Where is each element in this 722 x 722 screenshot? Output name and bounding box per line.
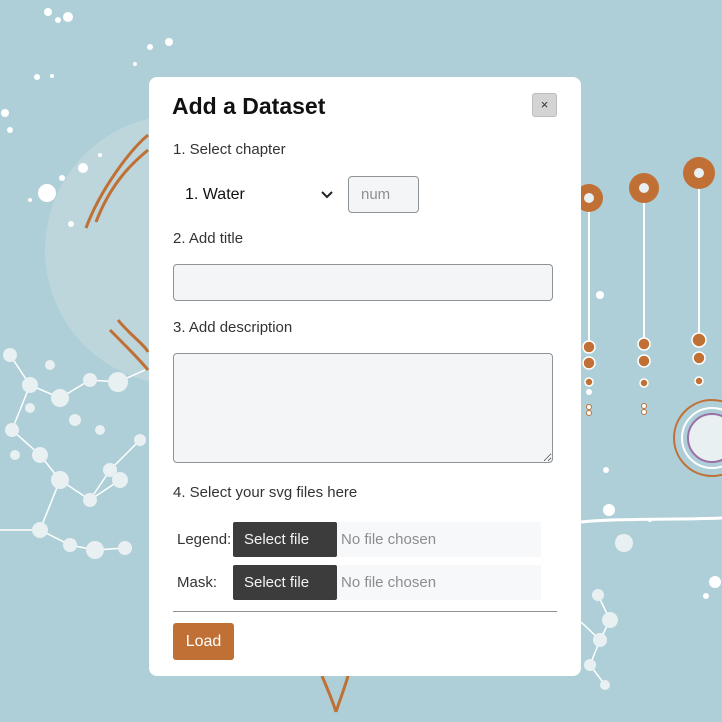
target-circle xyxy=(673,399,722,477)
step-svg-files-label: 4. Select your svg files here xyxy=(173,484,358,501)
mask-select-file-button[interactable]: Select file xyxy=(233,565,337,600)
divider xyxy=(173,611,557,612)
chevron-down-icon xyxy=(321,188,333,202)
add-dataset-modal: Add a Dataset × 1. Select chapter 1. Wat… xyxy=(149,77,581,676)
mask-file-row: Mask: Select file No file chosen xyxy=(173,565,541,600)
step-add-description-label: 3. Add description xyxy=(173,319,293,336)
step-select-chapter-label: 1. Select chapter xyxy=(173,141,286,158)
modal-title: Add a Dataset xyxy=(172,93,326,119)
step-add-title-label: 2. Add title xyxy=(173,230,244,247)
title-input[interactable] xyxy=(173,264,553,301)
molecule-nodes-right xyxy=(584,534,633,690)
chapter-select-value: 1. Water xyxy=(185,186,245,203)
close-button[interactable]: × xyxy=(532,93,557,117)
mask-file-status: No file chosen xyxy=(337,565,541,600)
legend-select-file-button[interactable]: Select file xyxy=(233,522,337,557)
legend-file-row: Legend: Select file No file chosen xyxy=(173,522,541,557)
mask-label: Mask: xyxy=(177,574,218,591)
legend-file-status: No file chosen xyxy=(337,522,541,557)
molecule-nodes xyxy=(3,348,146,559)
description-textarea[interactable] xyxy=(173,353,553,463)
legend-label: Legend: xyxy=(177,531,232,548)
white-streak xyxy=(580,516,722,524)
hanging-strands xyxy=(575,157,715,416)
chapter-select[interactable]: 1. Water xyxy=(185,181,333,209)
load-button[interactable]: Load xyxy=(173,623,234,660)
chapter-number-input[interactable] xyxy=(348,176,419,213)
